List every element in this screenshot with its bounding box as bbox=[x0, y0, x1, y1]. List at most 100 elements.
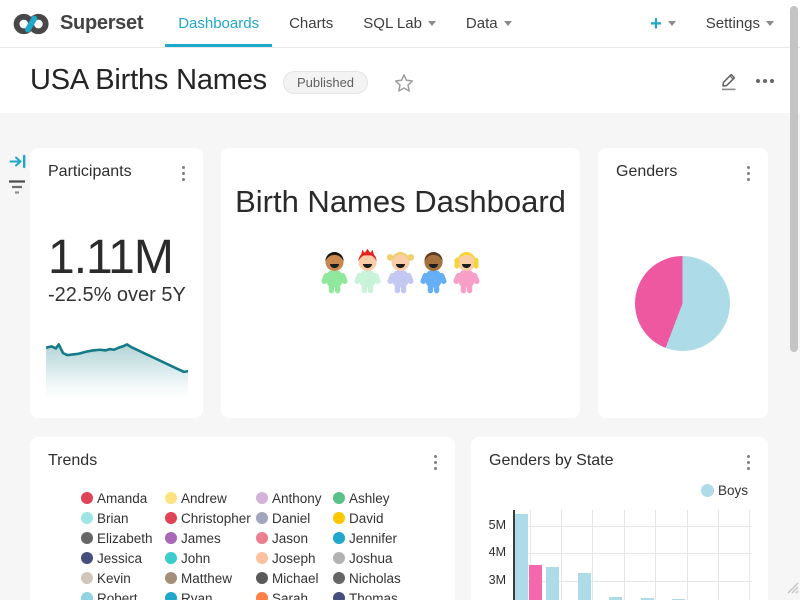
legend-item-kevin[interactable]: Kevin bbox=[81, 568, 165, 588]
kid-figure bbox=[351, 244, 384, 298]
legend-item-jason[interactable]: Jason bbox=[256, 528, 333, 548]
legend-color-dot bbox=[333, 532, 345, 544]
markdown-card: Birth Names Dashboard bbox=[221, 148, 580, 418]
genders-by-state-bar-chart: 5M4M3M bbox=[471, 437, 768, 600]
legend-color-dot bbox=[81, 592, 93, 600]
more-actions-button[interactable] bbox=[756, 79, 774, 83]
legend-label: Thomas bbox=[349, 591, 398, 600]
chevron-down-icon bbox=[428, 21, 436, 30]
legend-item-nicholas[interactable]: Nicholas bbox=[333, 568, 423, 588]
legend-item-ryan[interactable]: Ryan bbox=[165, 588, 256, 600]
legend-label: Ryan bbox=[181, 591, 213, 600]
nav-item-dashboards[interactable]: Dashboards bbox=[163, 0, 274, 47]
big-number-value: 1.11M bbox=[48, 230, 173, 285]
legend-item-david[interactable]: David bbox=[333, 508, 423, 528]
dashboard-markdown-title: Birth Names Dashboard bbox=[221, 184, 580, 220]
legend-color-dot bbox=[165, 572, 177, 584]
chart-title: Participants bbox=[48, 163, 132, 181]
header-actions bbox=[718, 70, 774, 92]
nav-item-charts[interactable]: Charts bbox=[274, 0, 348, 47]
new-item-button[interactable]: + bbox=[650, 14, 676, 34]
participants-trend-area-chart bbox=[46, 333, 188, 400]
legend-label: Kevin bbox=[97, 571, 131, 586]
bar-girls bbox=[529, 565, 542, 600]
legend-item-james[interactable]: James bbox=[165, 528, 256, 548]
legend-item-sarah[interactable]: Sarah bbox=[256, 588, 333, 600]
legend-label: Amanda bbox=[97, 491, 147, 506]
legend-color-dot bbox=[165, 592, 177, 600]
expand-filter-bar-button[interactable] bbox=[9, 152, 27, 176]
filter-icon[interactable] bbox=[8, 179, 26, 201]
legend-item-matthew[interactable]: Matthew bbox=[165, 568, 256, 588]
legend-item-elizabeth[interactable]: Elizabeth bbox=[81, 528, 165, 548]
chart-menu-kebab[interactable] bbox=[180, 164, 187, 183]
kid-figure bbox=[450, 244, 483, 298]
chart-title: Genders bbox=[616, 163, 677, 181]
legend-label: James bbox=[181, 531, 221, 546]
legend-color-dot bbox=[333, 492, 345, 504]
legend-color-dot bbox=[165, 512, 177, 524]
legend-item-jennifer[interactable]: Jennifer bbox=[333, 528, 423, 548]
trends-card: Trends AmandaAndrewAnthonyAshleyBrianChr… bbox=[30, 437, 455, 600]
favorite-star-icon[interactable] bbox=[394, 73, 414, 93]
legend-item-christopher[interactable]: Christopher bbox=[165, 508, 256, 528]
legend-label: Robert bbox=[97, 591, 138, 600]
legend-label: Jessica bbox=[97, 551, 142, 566]
top-navbar: Superset Dashboards Charts SQL Lab Data + S… bbox=[0, 0, 800, 48]
legend-item-jessica[interactable]: Jessica bbox=[81, 548, 165, 568]
legend-color-dot bbox=[256, 572, 268, 584]
legend-item-anthony[interactable]: Anthony bbox=[256, 488, 333, 508]
legend-item-thomas[interactable]: Thomas bbox=[333, 588, 423, 600]
legend-label: Daniel bbox=[272, 511, 310, 526]
legend-color-dot bbox=[165, 532, 177, 544]
resize-grip-icon[interactable] bbox=[785, 580, 799, 599]
vertical-scrollbar-thumb[interactable] bbox=[790, 6, 798, 352]
legend-item-amanda[interactable]: Amanda bbox=[81, 488, 165, 508]
superset-logo-icon bbox=[12, 11, 52, 37]
legend-color-dot bbox=[333, 572, 345, 584]
legend-label: Joseph bbox=[272, 551, 316, 566]
edit-dashboard-button[interactable] bbox=[718, 70, 740, 92]
legend-color-dot bbox=[256, 512, 268, 524]
y-axis-tick: 4M bbox=[476, 545, 506, 559]
bar-boys bbox=[546, 567, 559, 600]
settings-menu[interactable]: Settings bbox=[706, 15, 774, 32]
nav-right: + Settings bbox=[650, 0, 800, 47]
legend-label: Brian bbox=[97, 511, 129, 526]
nav-item-sql-lab[interactable]: SQL Lab bbox=[348, 0, 451, 47]
nav-item-label: Charts bbox=[289, 15, 333, 32]
legend-item-john[interactable]: John bbox=[165, 548, 256, 568]
legend-label: Sarah bbox=[272, 591, 308, 600]
legend-color-dot bbox=[165, 552, 177, 564]
nav-items: Dashboards Charts SQL Lab Data bbox=[163, 0, 526, 47]
superset-brand[interactable]: Superset bbox=[0, 0, 143, 47]
legend-label: Joshua bbox=[349, 551, 393, 566]
legend-item-daniel[interactable]: Daniel bbox=[256, 508, 333, 528]
legend-item-ashley[interactable]: Ashley bbox=[333, 488, 423, 508]
legend-label: Nicholas bbox=[349, 571, 401, 586]
legend-color-dot bbox=[256, 532, 268, 544]
legend-item-joseph[interactable]: Joseph bbox=[256, 548, 333, 568]
legend-label: Jason bbox=[272, 531, 308, 546]
legend-item-robert[interactable]: Robert bbox=[81, 588, 165, 600]
legend-item-joshua[interactable]: Joshua bbox=[333, 548, 423, 568]
chart-menu-kebab[interactable] bbox=[432, 453, 439, 472]
legend-label: Anthony bbox=[272, 491, 322, 506]
legend-color-dot bbox=[333, 512, 345, 524]
legend-item-michael[interactable]: Michael bbox=[256, 568, 333, 588]
plus-icon: + bbox=[650, 14, 662, 34]
published-badge[interactable]: Published bbox=[283, 71, 368, 94]
genders-by-state-card: Genders by State Boys 5M4M3M bbox=[471, 437, 768, 600]
legend-label: Michael bbox=[272, 571, 319, 586]
nav-item-data[interactable]: Data bbox=[451, 0, 527, 47]
legend-color-dot bbox=[81, 512, 93, 524]
chart-menu-kebab[interactable] bbox=[745, 164, 752, 183]
kids-illustration bbox=[221, 244, 580, 298]
legend-label: Matthew bbox=[181, 571, 232, 586]
bar-boys bbox=[578, 573, 591, 600]
legend-item-andrew[interactable]: Andrew bbox=[165, 488, 256, 508]
legend-color-dot bbox=[333, 592, 345, 600]
superset-dashboard-screen: Superset Dashboards Charts SQL Lab Data + S… bbox=[0, 0, 800, 600]
legend-item-brian[interactable]: Brian bbox=[81, 508, 165, 528]
nav-item-label: Data bbox=[466, 15, 498, 32]
